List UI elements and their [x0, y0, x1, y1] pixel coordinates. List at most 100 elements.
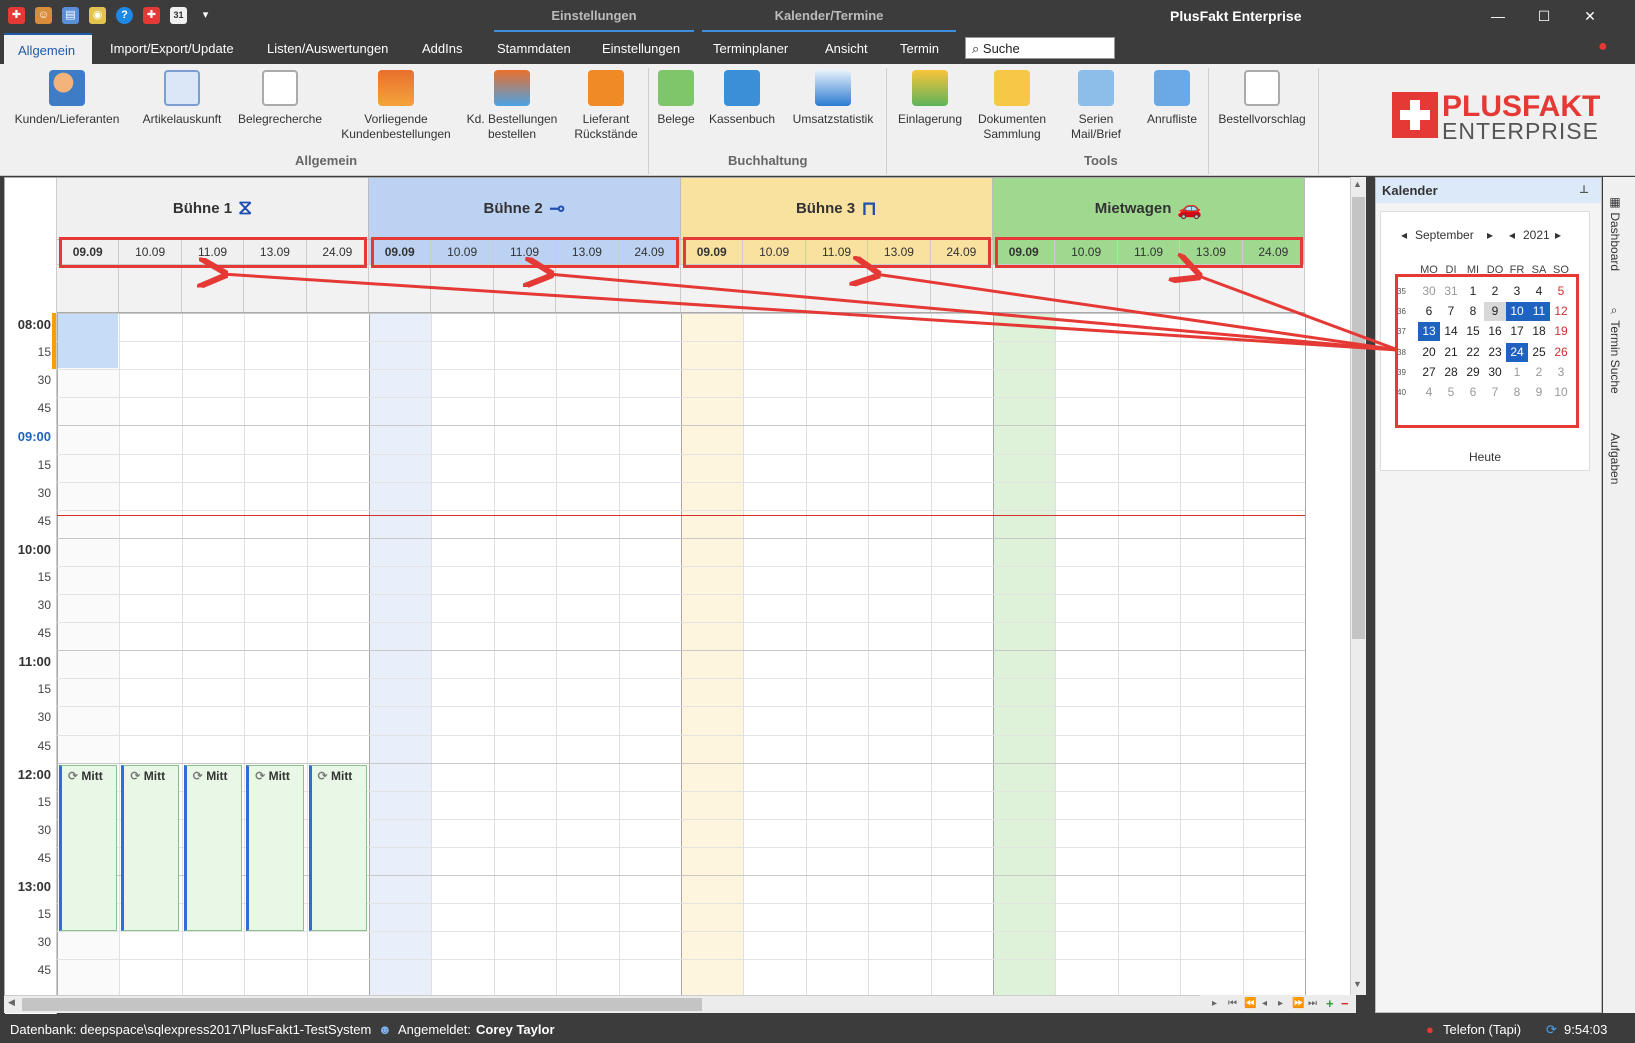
context-tab-einstellungen[interactable]: Einstellungen: [494, 0, 694, 32]
all-day-row[interactable]: [369, 265, 682, 313]
btn-label: Artikelauskunft: [142, 112, 222, 126]
side-tab-termin-suche[interactable]: ⌕ Termin Suche: [1608, 305, 1622, 394]
btn-label: Belegrecherche: [237, 112, 323, 126]
time-label: 45: [37, 626, 51, 641]
next-year-icon[interactable]: ▸: [1555, 228, 1561, 242]
nav-next2-icon[interactable]: ▸: [1278, 995, 1283, 1013]
month-label[interactable]: September: [1415, 228, 1474, 242]
vertical-scrollbar[interactable]: ▲ ▼: [1350, 177, 1366, 995]
btn-umsatzstatistik[interactable]: Umsatzstatistik: [788, 70, 878, 127]
side-tab-label: Dashboard: [1608, 212, 1622, 272]
tab-termin[interactable]: Termin: [886, 33, 953, 64]
all-day-row[interactable]: [993, 265, 1306, 313]
tab-stammdaten[interactable]: Stammdaten: [483, 33, 585, 64]
window-icon[interactable]: ▤: [62, 7, 79, 24]
appointment[interactable]: ⟳ Mitt: [121, 764, 180, 931]
btn-bestellvorschlag[interactable]: Bestellvorschlag: [1214, 70, 1310, 127]
tab-terminplaner[interactable]: Terminplaner: [699, 33, 802, 64]
context-tab-kalender[interactable]: Kalender/Termine: [702, 0, 956, 32]
clock: 9:54:03: [1564, 1022, 1608, 1037]
app-logo-icon[interactable]: ✚: [8, 7, 25, 24]
highlight-box: [1395, 274, 1579, 428]
year-label[interactable]: 2021: [1523, 228, 1550, 242]
btn-label: Belege: [657, 112, 695, 126]
article-info-icon: [164, 70, 200, 106]
search-input[interactable]: ⌕ Suche: [965, 37, 1115, 59]
selected-time-slot[interactable]: [58, 314, 119, 369]
time-gridline: [57, 650, 1305, 652]
resource-header[interactable]: Bühne 1 ⧖: [57, 178, 369, 240]
appointment[interactable]: ⟳ Mitt: [59, 764, 117, 931]
scroll-up-icon[interactable]: ▲: [1353, 179, 1362, 189]
current-time-line: [57, 515, 1305, 517]
phone-status[interactable]: Telefon (Tapi): [1443, 1017, 1521, 1043]
tab-einstellungen[interactable]: Einstellungen: [588, 33, 694, 64]
side-tab-label: Termin Suche: [1608, 320, 1622, 394]
chat-icon[interactable]: ◉: [89, 7, 106, 24]
appointment[interactable]: ⟳ Mitt: [308, 764, 367, 931]
nav-next-page-icon[interactable]: ⏩: [1292, 995, 1304, 1013]
add-icon[interactable]: +: [1326, 995, 1334, 1013]
resource-header[interactable]: Bühne 2 ⊸: [369, 178, 681, 240]
minimize-icon[interactable]: —: [1475, 4, 1521, 28]
scroll-left-icon[interactable]: ◀: [8, 997, 15, 1008]
btn-belegrecherche[interactable]: Belegrecherche: [232, 70, 328, 127]
btn-belege[interactable]: Belege: [652, 70, 700, 127]
time-gridline: [57, 875, 1305, 876]
nav-first-icon[interactable]: ⏮: [1228, 995, 1237, 1013]
group-label-tools: Tools: [1084, 153, 1118, 168]
prev-month-icon[interactable]: ◂: [1401, 228, 1407, 242]
resource-header[interactable]: Bühne 3 ⊓: [681, 178, 993, 240]
nav-prev-page-icon[interactable]: ⏪: [1244, 995, 1256, 1013]
next-month-icon[interactable]: ▸: [1487, 228, 1493, 242]
column-divider: [1180, 313, 1182, 1013]
maximize-icon[interactable]: ☐: [1521, 4, 1567, 28]
btn-kd-bestellungen[interactable]: Kd. Bestellungen bestellen: [462, 70, 562, 142]
btn-vorliegende-bestellungen[interactable]: Vorliegende Kundenbestellungen: [334, 70, 458, 142]
appointment[interactable]: ⟳ Mitt: [183, 764, 242, 931]
horizontal-scrollbar[interactable]: ◀: [4, 995, 1356, 1013]
btn-label: Anrufliste: [1146, 112, 1198, 126]
btn-serien-mail[interactable]: Serien Mail/Brief: [1058, 70, 1134, 142]
remove-icon[interactable]: −: [1341, 995, 1349, 1013]
tab-import-export[interactable]: Import/Export/Update: [96, 33, 248, 64]
side-tab-dashboard[interactable]: ▦ Dashboard: [1608, 195, 1622, 271]
all-day-row[interactable]: [57, 265, 370, 313]
pin-icon[interactable]: ⊥: [1579, 178, 1589, 203]
btn-artikelauskunft[interactable]: Artikelauskunft: [134, 70, 230, 127]
time-label: 10:00: [17, 541, 51, 557]
notification-icon[interactable]: ●: [1598, 38, 1608, 56]
scroll-down-icon[interactable]: ▼: [1353, 979, 1362, 989]
nav-next-icon[interactable]: ▸: [1212, 995, 1217, 1013]
scheduler-day-view[interactable]: Bühne 1 ⧖ 09.09 10.09 11.09 13.09 24.09 Bühne 2…: [4, 177, 1356, 1014]
calendar-panel-title: Kalender ⊥: [1376, 178, 1601, 203]
btn-kassenbuch[interactable]: Kassenbuch: [706, 70, 778, 127]
btn-dokumenten-sammlung[interactable]: Dokumenten Sammlung: [974, 70, 1050, 142]
tab-ansicht[interactable]: Ansicht: [811, 33, 882, 64]
time-gridline: [57, 537, 1305, 539]
users-icon[interactable]: ☺: [35, 7, 52, 24]
swiss-icon[interactable]: ✚: [143, 7, 160, 24]
cart-add-icon: [494, 70, 530, 106]
calendar-icon[interactable]: 31: [170, 7, 187, 24]
btn-kunden-lieferanten[interactable]: Kunden/Lieferanten: [8, 70, 126, 127]
help-icon[interactable]: ?: [116, 7, 133, 24]
btn-lieferant-rueckstaende[interactable]: Lieferant Rückstände: [568, 70, 644, 142]
close-icon[interactable]: ✕: [1567, 4, 1613, 28]
btn-anrufliste[interactable]: Anrufliste: [1140, 70, 1204, 127]
resource-header[interactable]: Mietwagen 🚗: [993, 178, 1305, 240]
appointment[interactable]: ⟳ Mitt: [246, 764, 305, 931]
qat-dropdown-icon[interactable]: ▾: [197, 7, 214, 24]
tab-allgemein[interactable]: Allgemein: [4, 33, 92, 64]
side-tab-aufgaben[interactable]: Aufgaben: [1608, 433, 1622, 484]
nav-prev-icon[interactable]: ◂: [1262, 995, 1267, 1013]
tab-listen[interactable]: Listen/Auswertungen: [253, 33, 402, 64]
all-day-row[interactable]: [681, 265, 994, 313]
today-button[interactable]: Heute: [1381, 450, 1589, 464]
scroll-thumb[interactable]: [1352, 197, 1365, 639]
prev-year-icon[interactable]: ◂: [1509, 228, 1515, 242]
nav-last-icon[interactable]: ⏭: [1308, 995, 1317, 1013]
hscroll-thumb[interactable]: [22, 998, 702, 1011]
tab-addins[interactable]: AddIns: [408, 33, 476, 64]
btn-einlagerung[interactable]: Einlagerung: [892, 70, 968, 127]
